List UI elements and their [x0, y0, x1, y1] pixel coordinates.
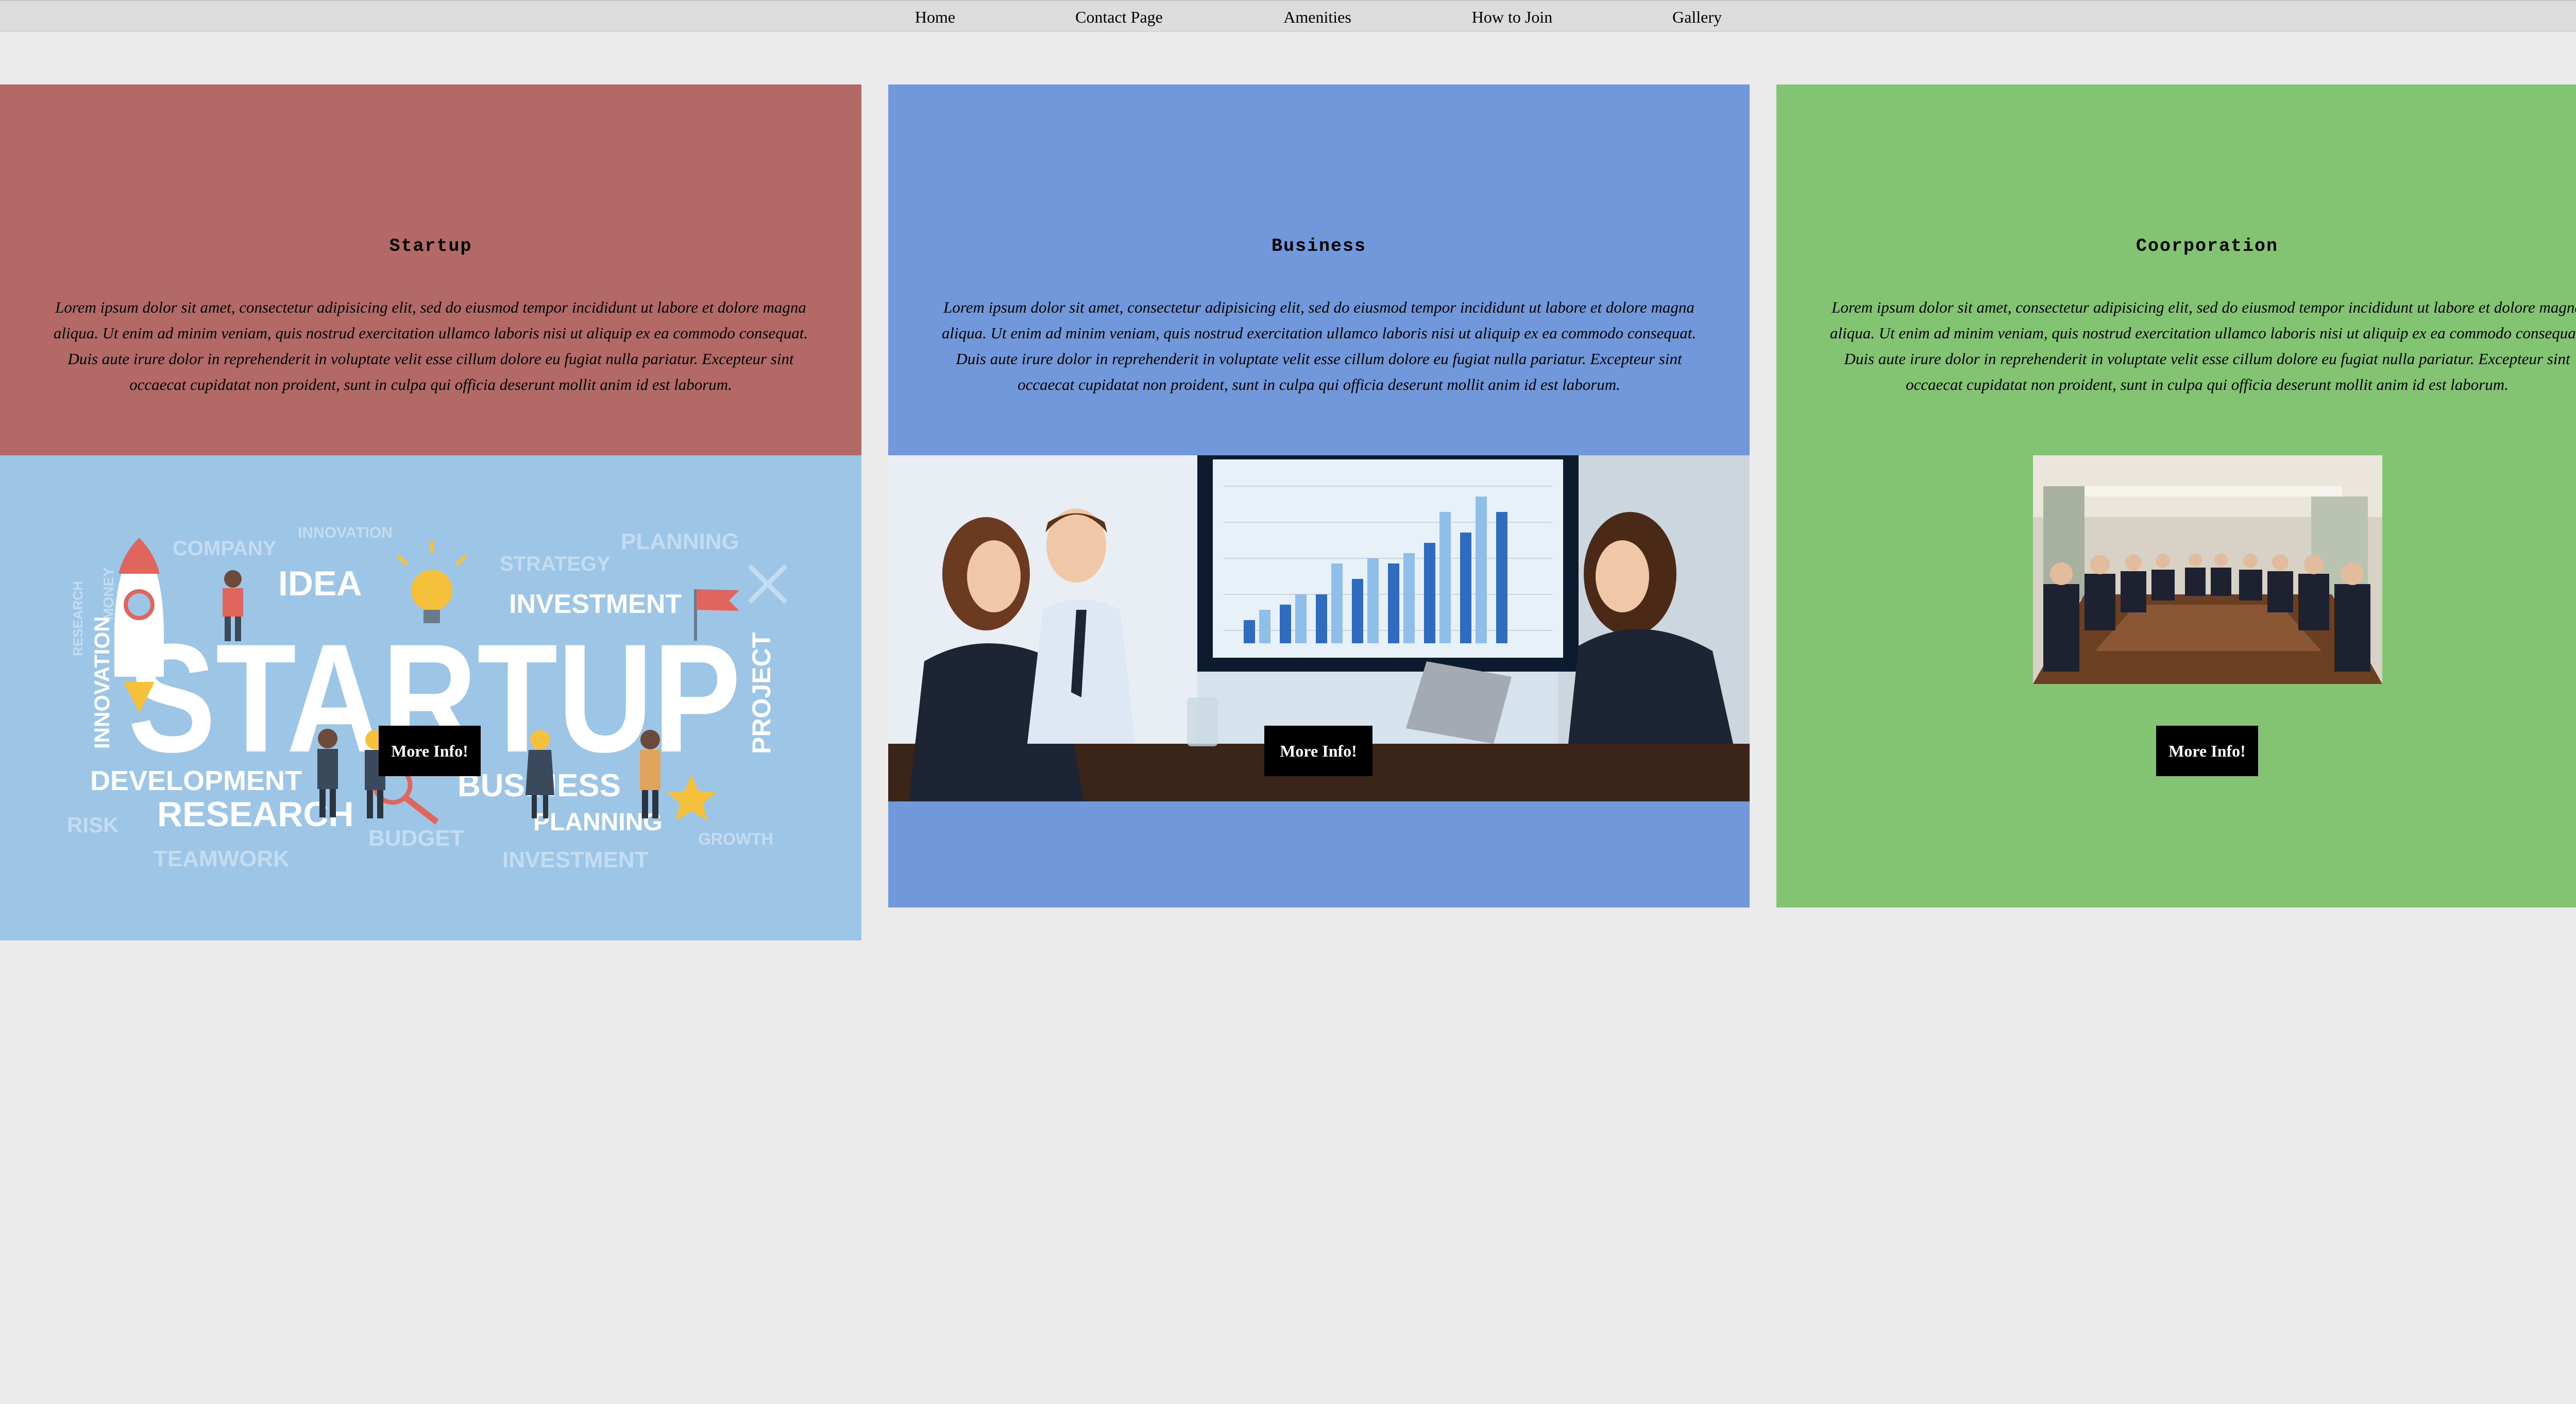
- monitor-chart-image: [1197, 455, 1579, 672]
- business-card-description: Lorem ipsum dolor sit amet, consectetur …: [941, 298, 1697, 393]
- nav-gallery-link[interactable]: Gallery: [1672, 4, 1722, 30]
- startup-card-title: Startup: [389, 236, 472, 256]
- coorporation-more-info-button[interactable]: More Info!: [2156, 726, 2258, 776]
- business-card-title: Business: [1271, 236, 1367, 256]
- top-navbar: Home Contact Page Amenities How to Join …: [0, 0, 2576, 32]
- coorporation-card-title: Coorporation: [2136, 236, 2279, 256]
- project-word: PROJECT: [747, 632, 776, 754]
- investment-bottom-word: INVESTMENT: [502, 847, 649, 872]
- company-word: COMPANY: [173, 537, 277, 560]
- startup-illustration-image: COMPANY INNOVATION STRATEGY PLANNING BUD…: [0, 455, 861, 940]
- idea-word: IDEA: [278, 564, 362, 603]
- planning-top-word: PLANNING: [621, 529, 739, 554]
- startup-card: Startup Lorem ipsum dolor sit amet, cons…: [0, 84, 861, 940]
- strategy-word: STRATEGY: [500, 553, 611, 575]
- growth-word: GROWTH: [698, 830, 773, 848]
- research-side-word: RESEARCH: [70, 581, 86, 656]
- nav-how-to-join-link[interactable]: How to Join: [1472, 4, 1552, 30]
- risk-word: RISK: [67, 813, 118, 837]
- water-jug-image: [1187, 697, 1218, 746]
- nav-contact-link[interactable]: Contact Page: [1075, 4, 1163, 30]
- teamwork-word: TEAMWORK: [154, 846, 290, 871]
- nav-home-link[interactable]: Home: [915, 4, 955, 30]
- business-more-info-button[interactable]: More Info!: [1264, 726, 1372, 776]
- corporate-team-photo: [2033, 455, 2382, 684]
- business-card-header: Business Lorem ipsum dolor sit amet, con…: [888, 84, 1750, 455]
- innovation-top-word: INNOVATION: [298, 524, 393, 541]
- innovation-side-word: INNOVATION: [90, 617, 114, 749]
- startup-card-description: Lorem ipsum dolor sit amet, consectetur …: [53, 298, 808, 393]
- nav-amenities-link[interactable]: Amenities: [1283, 4, 1351, 30]
- startup-card-header: Startup Lorem ipsum dolor sit amet, cons…: [0, 84, 861, 455]
- budget-word: BUDGET: [368, 826, 464, 851]
- coorporation-card-description: Lorem ipsum dolor sit amet, consectetur …: [1829, 298, 2576, 393]
- coorporation-card-header: Coorporation Lorem ipsum dolor sit amet,…: [1776, 84, 2576, 455]
- money-word: MONEY: [100, 567, 116, 620]
- coorporation-card: Coorporation Lorem ipsum dolor sit amet,…: [1776, 84, 2576, 908]
- startup-more-info-button[interactable]: More Info!: [379, 726, 481, 776]
- business-card: Business Lorem ipsum dolor sit amet, con…: [888, 84, 1750, 908]
